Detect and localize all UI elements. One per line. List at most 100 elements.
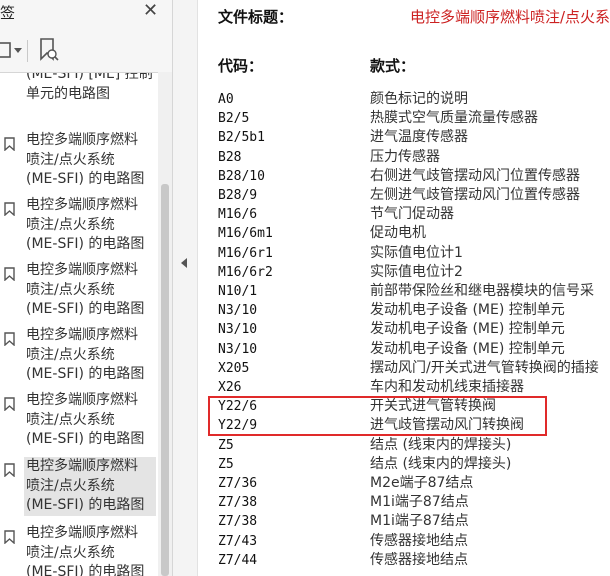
- bookmark-label: 电控多端顺序燃料 喷注/点火系统 (ME-SFI) 的电路图: [26, 197, 145, 252]
- component-description: M1i端子87结点: [370, 494, 469, 511]
- scrollbar-thumb[interactable]: [161, 184, 169, 576]
- bookmark-label: 电控多端顺序燃料 喷注/点火系统 (ME-SFI) 的电路图: [26, 392, 145, 447]
- component-description: 进气温度传感器: [370, 129, 468, 146]
- component-description: 节气门促动器: [370, 206, 454, 223]
- desc-column-header: 款式：: [370, 57, 416, 75]
- component-code: B28: [218, 149, 242, 165]
- component-code: N3/10: [218, 303, 258, 319]
- component-description: 结点 (线束内的焊接头): [370, 436, 512, 453]
- component-code: X205: [218, 360, 250, 376]
- component-description: 发动机电子设备 (ME) 控制单元: [370, 302, 565, 319]
- component-code: N10/1: [218, 284, 258, 299]
- component-row: Z7/38 M1i端子87结点: [198, 512, 610, 531]
- collapse-left-icon[interactable]: [181, 258, 187, 268]
- component-row: Z5 结点 (线束内的焊接头): [198, 436, 610, 455]
- chevron-down-icon[interactable]: [14, 48, 22, 53]
- component-code: B28/9: [218, 188, 258, 203]
- bookmark-item[interactable]: 电控多端顺序燃料 喷注/点火系统 (ME-SFI) 的电路图: [0, 261, 158, 325]
- bookmark-item[interactable]: 电控多端顺序燃料 喷注/点火系统 (ME-SFI) 的电路图: [0, 524, 158, 576]
- component-description: M2e端子87结点: [370, 475, 474, 491]
- component-code: Z5: [218, 456, 234, 472]
- bookmark-icon: [4, 137, 15, 151]
- bookmark-item[interactable]: 电控多端顺序燃料 喷注/点火系统 (ME-SFI) 的电路图: [0, 131, 158, 195]
- component-row: B28/9 左侧进气歧管摆动风门位置传感器: [198, 186, 610, 205]
- doc-title-value: 电控多端顺序燃料喷注/点火系统: [410, 8, 610, 26]
- component-row: N10/1 前部带保险丝和继电器模块的信号采: [198, 282, 610, 301]
- component-code: Z5: [218, 437, 234, 453]
- panel-splitter[interactable]: [173, 0, 198, 576]
- component-description: 传感器接地结点: [370, 532, 468, 549]
- component-description: 实际值电位计1: [370, 244, 463, 261]
- component-description: 传感器接地结点: [370, 551, 468, 568]
- bookmark-icon: [4, 530, 15, 544]
- component-description: 促动电机: [370, 225, 426, 242]
- bookmark-item[interactable]: 电控多端顺序燃料 喷注/点火系统 (ME-SFI) 的电路图: [0, 196, 158, 260]
- component-description: 结点 (线束内的焊接头): [370, 455, 512, 472]
- bookmark-icon: [4, 397, 15, 411]
- component-row: M16/6 节气门促动器: [198, 205, 610, 224]
- bookmark-item[interactable]: 电控多端顺序燃料 喷注/点火系统 (ME-SFI) 的电路图: [0, 391, 158, 455]
- bookmark-label: (ME-SFI) [ME] 控制 单元的电路图: [26, 72, 153, 102]
- component-row: B28/10 右侧进气歧管摆动风门位置传感器: [198, 167, 610, 186]
- options-icon[interactable]: [0, 40, 14, 60]
- component-code: Z7/38: [218, 495, 258, 511]
- component-row: Z5 结点 (线束内的焊接头): [198, 455, 610, 474]
- component-row: B28 压力传感器: [198, 148, 610, 167]
- component-code: M16/6r1: [218, 245, 273, 261]
- component-row: X205 摆动风门/开关式进气管转换阀的插接: [198, 359, 610, 378]
- component-description: 发动机电子设备 (ME) 控制单元: [370, 340, 565, 357]
- component-code: M16/6r2: [218, 264, 273, 280]
- component-description: 摆动风门/开关式进气管转换阀的插接: [370, 359, 599, 376]
- component-description: 前部带保险丝和继电器模块的信号采: [370, 283, 594, 299]
- bookmark-label: 电控多端顺序燃料 喷注/点火系统 (ME-SFI) 的电路图: [26, 262, 145, 317]
- bookmark-icon: [4, 267, 15, 281]
- component-row: Z7/38 M1i端子87结点: [198, 493, 610, 512]
- toolbar-divider: [27, 40, 28, 62]
- bookmark-label: 电控多端顺序燃料 喷注/点火系统 (ME-SFI) 的电路图: [26, 327, 145, 382]
- component-row: N3/10 发动机电子设备 (ME) 控制单元: [198, 320, 610, 339]
- component-code: B2/5b1: [218, 130, 265, 146]
- component-description: 实际值电位计2: [370, 263, 463, 280]
- component-code: A0: [218, 92, 234, 107]
- component-row: M16/6m1 促动电机: [198, 224, 610, 243]
- component-code: M16/6m1: [218, 226, 273, 242]
- bookmark-tree: (ME-SFI) [ME] 控制 单元的电路图 电控多端顺序燃料 喷注/点火系统…: [0, 72, 158, 576]
- bookmark-item-selected[interactable]: 电控多端顺序燃料 喷注/点火系统 (ME-SFI) 的电路图: [0, 457, 158, 521]
- doc-title-label: 文件标题：: [218, 8, 294, 26]
- panel-title: 签: [0, 4, 16, 22]
- bookmark-icon: [4, 332, 15, 346]
- component-description: 压力传感器: [370, 148, 440, 165]
- bookmark-scrollbar[interactable]: [158, 72, 172, 576]
- component-description: 右侧进气歧管摆动风门位置传感器: [370, 167, 580, 184]
- bookmark-label: 电控多端顺序燃料 喷注/点火系统 (ME-SFI) 的电路图: [26, 132, 145, 187]
- component-code: B28/10: [218, 168, 265, 184]
- bookmark-label: 电控多端顺序燃料 喷注/点火系统 (ME-SFI) 的电路图: [24, 457, 156, 516]
- bookmark-item[interactable]: 电控多端顺序燃料 喷注/点火系统 (ME-SFI) 的电路图: [0, 326, 158, 390]
- bookmark-item[interactable]: (ME-SFI) [ME] 控制 单元的电路图: [0, 73, 158, 113]
- document-page: 文件标题： 电控多端顺序燃料喷注/点火系统 代码： 款式： A0 颜色标记的说明 B…: [198, 0, 610, 576]
- highlight-box: [208, 396, 547, 436]
- component-description: 颜色标记的说明: [370, 91, 468, 107]
- component-row: N3/10 发动机电子设备 (ME) 控制单元: [198, 301, 610, 320]
- bookmark-add-icon[interactable]: [37, 37, 61, 63]
- component-description: 左侧进气歧管摆动风门位置传感器: [370, 187, 580, 203]
- component-row: M16/6r2 实际值电位计2: [198, 263, 610, 282]
- close-icon[interactable]: ✕: [143, 0, 158, 21]
- component-code: B2/5: [218, 111, 250, 127]
- code-column-header: 代码：: [218, 57, 264, 75]
- component-row: Z7/44 传感器接地结点: [198, 551, 610, 570]
- component-row: Z7/36 M2e端子87结点: [198, 474, 610, 493]
- component-code: N3/10: [218, 341, 258, 357]
- component-code: X26: [218, 380, 242, 395]
- component-code: Z7/36: [218, 476, 258, 491]
- component-code: Z7/38: [218, 514, 258, 530]
- component-code: Z7/43: [218, 533, 258, 549]
- panel-header: 签 ✕: [0, 0, 172, 28]
- component-row: N3/10 发动机电子设备 (ME) 控制单元: [198, 340, 610, 359]
- bookmark-label: 电控多端顺序燃料 喷注/点火系统 (ME-SFI) 的电路图: [26, 525, 145, 576]
- component-code: M16/6: [218, 207, 258, 223]
- component-row: M16/6r1 实际值电位计1: [198, 244, 610, 263]
- bookmark-icon: [4, 202, 15, 216]
- bookmarks-panel: 签 ✕ (ME-SFI) [ME] 控制 单元的电路图 电控多端顺序燃料 喷注/…: [0, 0, 173, 576]
- component-row: B2/5 热膜式空气质量流量传感器: [198, 109, 610, 128]
